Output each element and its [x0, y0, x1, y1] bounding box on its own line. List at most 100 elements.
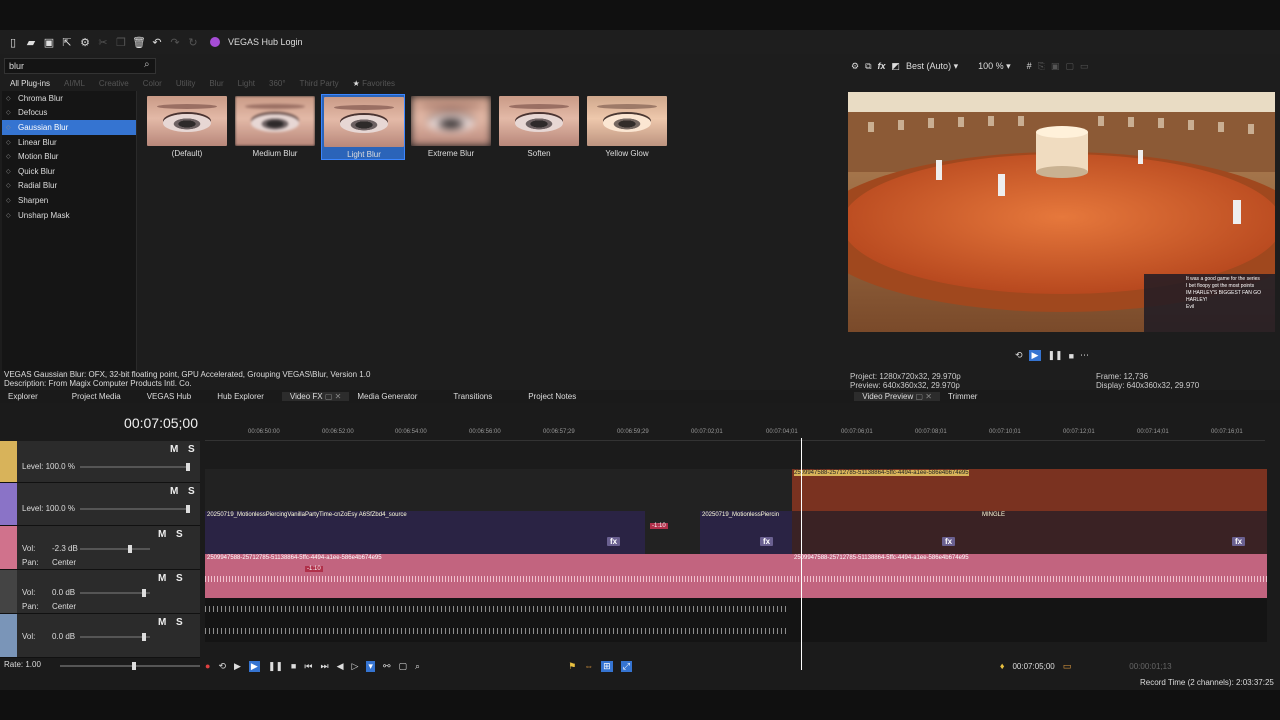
playhead-cursor[interactable] [801, 438, 802, 670]
zoom-tool-icon[interactable]: ⌕ [415, 661, 420, 672]
audio-clip[interactable]: 2509947588-25712785-51138864-5ffc-4494-a… [205, 554, 792, 598]
loop-icon[interactable]: ⟲ [1015, 350, 1023, 361]
clip-fx-icon[interactable]: fx [607, 537, 621, 546]
edit-tool-icon[interactable]: ▾ [366, 660, 375, 672]
selection-tool-icon[interactable]: ▢ [399, 661, 408, 672]
tab-video-fx[interactable]: Video FX ▢ ✕ [281, 392, 350, 401]
preset-medium-blur[interactable]: Medium Blur [233, 94, 317, 160]
tab-trimmer[interactable]: Trimmer [940, 392, 985, 401]
category-color[interactable]: Color [143, 79, 162, 88]
next-frame-icon[interactable]: ▷ [352, 661, 359, 672]
tab-transitions[interactable]: Transitions [445, 392, 500, 401]
category-ai-ml[interactable]: AI/ML [64, 79, 85, 88]
redo-icon[interactable]: ↷ [168, 35, 182, 49]
audio-track-header-3[interactable]: M S Vol: 0.0 dB [0, 614, 200, 658]
close-preview-icon[interactable]: ▭ [1080, 61, 1089, 72]
play-icon[interactable]: ▶ [1028, 350, 1042, 361]
level-slider[interactable] [80, 505, 190, 513]
pause-icon[interactable]: ❚❚ [268, 661, 283, 672]
preview-settings-gear-icon[interactable]: ⚙ [851, 61, 859, 72]
mute-button[interactable]: M [170, 444, 178, 455]
marker-cursor-icon[interactable]: ♦ [1000, 661, 1005, 671]
marker-icon[interactable]: ⚑ [568, 661, 576, 672]
record-icon[interactable]: ● [205, 661, 210, 671]
timecode-display[interactable]: 00:07:05;00 [100, 415, 198, 431]
tab-explorer[interactable]: Explorer [0, 392, 46, 401]
close-tab-icon[interactable]: ▢ ✕ [915, 392, 931, 401]
region-icon[interactable]: ⇔ [584, 661, 593, 671]
volume-slider[interactable] [80, 633, 150, 641]
preset-default[interactable]: (Default) [145, 94, 229, 160]
category-favorites[interactable]: ★ Favorites [353, 79, 395, 88]
go-to-start-icon[interactable]: ⏮ [304, 661, 312, 672]
video-clip[interactable]: 20250719_MotionlessPiercin fx [700, 511, 792, 554]
plugin-search-input[interactable] [4, 58, 156, 74]
clip-fx-icon[interactable]: fx [760, 537, 774, 546]
video-track-header-2[interactable]: M S Level: 100.0 % [0, 483, 200, 526]
snapping-icon[interactable]: ⊞ [601, 660, 613, 672]
category-third-party[interactable]: Third Party [300, 79, 339, 88]
category-360[interactable]: 360° [269, 79, 286, 88]
playback-rate-slider[interactable] [60, 662, 200, 670]
solo-button[interactable]: S [176, 617, 183, 628]
plugin-item-motion-blur[interactable]: ◇ Motion Blur [2, 149, 136, 164]
external-monitor-icon[interactable]: ⧉ [865, 61, 871, 72]
go-to-end-icon[interactable]: ⏭ [320, 661, 328, 672]
mute-button[interactable]: M [158, 573, 166, 584]
export-icon[interactable]: ⇱ [60, 35, 74, 49]
copy-snapshot-icon[interactable]: ⎘ [1038, 61, 1045, 72]
audio-track-header-2[interactable]: M S Vol: 0.0 dB Pan: Center [0, 570, 200, 614]
plugin-item-chroma-blur[interactable]: ◇ Chroma Blur [2, 91, 136, 106]
undo-icon[interactable]: ↶ [150, 35, 164, 49]
video-track-header-1[interactable]: M S Level: 100.0 % [0, 441, 200, 483]
mute-button[interactable]: M [158, 529, 166, 540]
auto-ripple-icon[interactable]: ⤢ [620, 660, 632, 672]
category-light[interactable]: Light [238, 79, 255, 88]
play-icon[interactable]: ▶ [248, 660, 260, 672]
cut-icon[interactable]: ✂ [96, 35, 110, 49]
plugin-item-gaussian-blur[interactable]: ◇ Gaussian Blur [2, 120, 136, 135]
close-tab-icon[interactable]: ▢ ✕ [325, 392, 341, 401]
video-clip[interactable]: MINGLE fx fx [792, 511, 1267, 554]
end-time-value[interactable]: 00:00:01;13 [1129, 662, 1171, 671]
preview-quality-dropdown[interactable]: Best (Auto) ▾ [906, 61, 958, 72]
tab-video-preview[interactable]: Video Preview ▢ ✕ [854, 392, 940, 401]
time-ruler[interactable]: 00:06:50:00 00:06:52:00 00:06:54:00 00:0… [205, 427, 1265, 441]
stop-icon[interactable]: ■ [1069, 351, 1074, 361]
loop-playback-icon[interactable]: ⟲ [218, 661, 226, 672]
preview-frame[interactable]: It was a good game for the series I bet … [848, 92, 1275, 332]
plugin-item-defocus[interactable]: ◇ Defocus [2, 106, 136, 121]
solo-button[interactable]: S [188, 444, 195, 455]
volume-slider[interactable] [80, 545, 150, 553]
category-utility[interactable]: Utility [176, 79, 196, 88]
solo-button[interactable]: S [176, 529, 183, 540]
level-slider[interactable] [80, 463, 190, 471]
audio-clip[interactable]: 2509947588-25712785-51138864-5ffc-4494-a… [792, 554, 1267, 598]
category-all-plugins[interactable]: All Plug-ins [10, 79, 50, 88]
zoom-dropdown[interactable]: 100 % ▾ [978, 61, 1011, 72]
open-folder-icon[interactable]: ▰ [24, 35, 38, 49]
pause-icon[interactable]: ❚❚ [1047, 350, 1062, 361]
overlays-grid-icon[interactable]: # [1027, 61, 1032, 71]
mute-button[interactable]: M [158, 617, 166, 628]
category-creative[interactable]: Creative [99, 79, 129, 88]
envelope-tool-icon[interactable]: ⚯ [383, 661, 391, 672]
delete-icon[interactable]: 🗑 [132, 35, 146, 49]
tab-vegas-hub[interactable]: VEGAS Hub [139, 392, 199, 401]
fx-icon[interactable]: fx [878, 61, 886, 71]
search-icon[interactable]: ⌕ [144, 59, 150, 70]
new-file-icon[interactable]: ▯ [6, 35, 20, 49]
preset-soften[interactable]: Soften [497, 94, 581, 160]
plugin-item-sharpen[interactable]: ◇ Sharpen [2, 193, 136, 208]
clip-fx-icon[interactable]: fx [1232, 537, 1246, 546]
preset-yellow-glow[interactable]: Yellow Glow [585, 94, 669, 160]
split-screen-icon[interactable]: ◩ [892, 61, 901, 72]
solo-button[interactable]: S [176, 573, 183, 584]
lock-icon[interactable]: ▢ [1065, 61, 1074, 72]
plugin-item-radial-blur[interactable]: ◇ Radial Blur [2, 179, 136, 194]
preset-light-blur[interactable]: Light Blur [321, 94, 405, 160]
clip-fx-icon[interactable]: fx [942, 537, 956, 546]
plugin-item-unsharp-mask[interactable]: ◇ Unsharp Mask [2, 208, 136, 223]
save-snapshot-icon[interactable]: ▣ [1051, 61, 1060, 72]
volume-slider[interactable] [80, 589, 150, 597]
